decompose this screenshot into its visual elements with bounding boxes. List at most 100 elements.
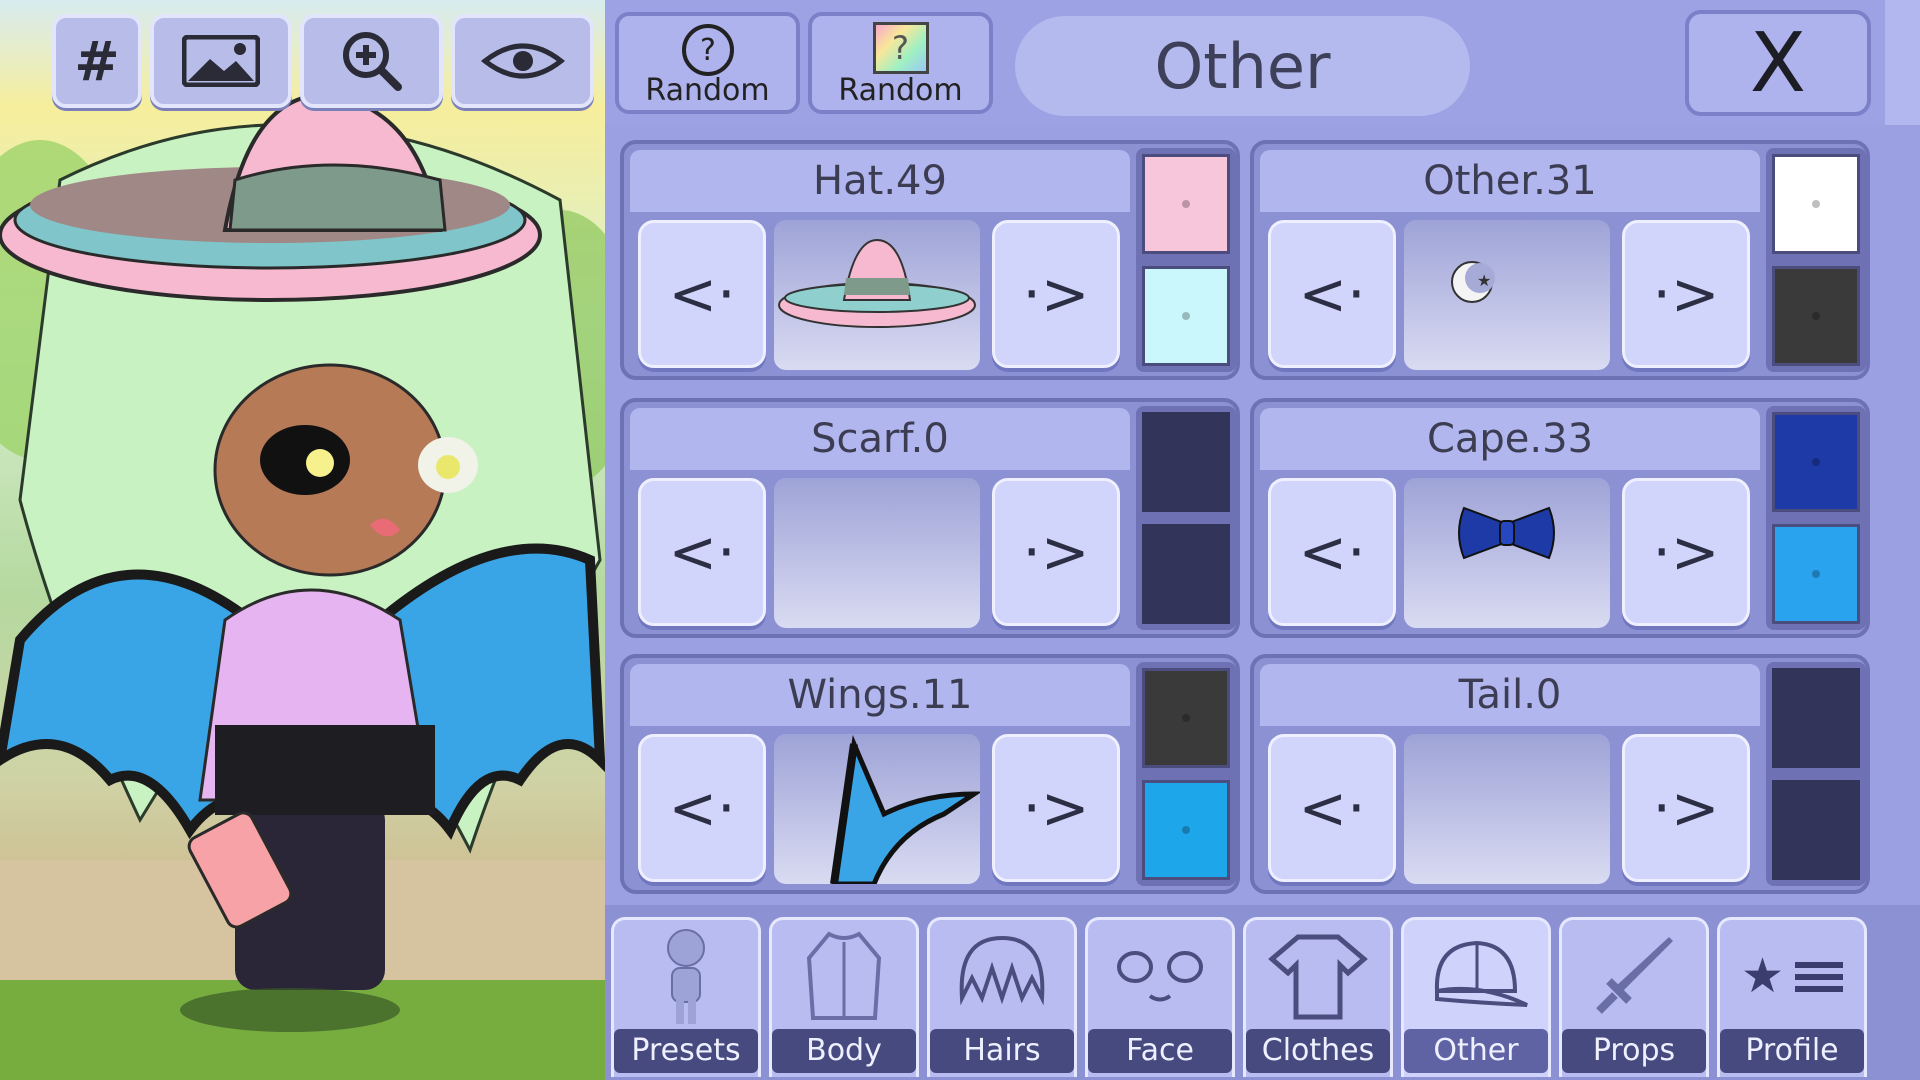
next-button[interactable]: ·> bbox=[1622, 220, 1750, 368]
color-column bbox=[1766, 148, 1866, 372]
background-button[interactable] bbox=[150, 14, 292, 108]
random-color-button[interactable]: ? Random bbox=[808, 12, 993, 114]
primary-color-swatch[interactable] bbox=[1142, 668, 1230, 768]
secondary-color-swatch[interactable] bbox=[1142, 780, 1230, 880]
random-color-button-label: Random bbox=[838, 73, 963, 108]
slot-name: Tail.0 bbox=[1260, 664, 1760, 726]
slot-card-scarf: Scarf.0 <· ·> bbox=[620, 398, 1240, 638]
slot-card-other: Other.31 <· ★ ·> bbox=[1250, 140, 1870, 380]
question-circle-icon: ? bbox=[681, 24, 734, 76]
primary-color-swatch[interactable] bbox=[1142, 154, 1230, 254]
sombrero-icon bbox=[778, 238, 976, 328]
bat-wing-icon bbox=[830, 734, 980, 884]
image-icon bbox=[182, 35, 260, 87]
tab-label: Other bbox=[1404, 1029, 1548, 1073]
hair-icon bbox=[930, 924, 1074, 1028]
tab-label: Face bbox=[1088, 1029, 1232, 1073]
tab-hairs[interactable]: Hairs bbox=[927, 917, 1077, 1077]
zoom-button[interactable] bbox=[300, 14, 443, 108]
customization-panel: ? Random ? Random Other X Hat.49 <· ·> O… bbox=[605, 0, 1920, 1080]
slot-name: Other.31 bbox=[1260, 150, 1760, 212]
next-button[interactable]: ·> bbox=[992, 220, 1120, 368]
next-button[interactable]: ·> bbox=[1622, 478, 1750, 626]
tab-props[interactable]: Props bbox=[1559, 917, 1709, 1077]
item-preview-other: ★ bbox=[1404, 220, 1610, 370]
item-preview-cape bbox=[1404, 478, 1610, 628]
color-column bbox=[1136, 148, 1236, 372]
slot-name: Hat.49 bbox=[630, 150, 1130, 212]
shirt-icon bbox=[1246, 924, 1390, 1028]
primary-color-swatch[interactable] bbox=[1772, 154, 1860, 254]
slot-name: Scarf.0 bbox=[630, 408, 1130, 470]
character-preview: # bbox=[0, 0, 605, 1080]
person-icon bbox=[614, 924, 758, 1028]
slot-name: Cape.33 bbox=[1260, 408, 1760, 470]
next-button[interactable]: ·> bbox=[992, 734, 1120, 882]
item-preview-scarf bbox=[774, 478, 980, 628]
random-button-label: Random bbox=[645, 73, 770, 108]
character-avatar bbox=[0, 92, 605, 1032]
secondary-color-swatch[interactable] bbox=[1142, 524, 1230, 624]
tab-label: Hairs bbox=[930, 1029, 1074, 1073]
bow-tie-icon bbox=[1458, 506, 1555, 560]
tab-label: Presets bbox=[614, 1029, 758, 1073]
tab-body[interactable]: Body bbox=[769, 917, 919, 1077]
eye-icon bbox=[480, 43, 565, 79]
slot-card-cape: Cape.33 <· ·> bbox=[1250, 398, 1870, 638]
tab-label: Props bbox=[1562, 1029, 1706, 1073]
item-preview-hat bbox=[774, 220, 980, 370]
prev-button[interactable]: <· bbox=[638, 478, 766, 626]
primary-color-swatch[interactable] bbox=[1142, 412, 1230, 512]
tab-other[interactable]: Other bbox=[1401, 917, 1551, 1077]
prev-button[interactable]: <· bbox=[1268, 478, 1396, 626]
slot-card-wings: Wings.11 <· ·> bbox=[620, 654, 1240, 894]
next-button[interactable]: ·> bbox=[992, 478, 1120, 626]
close-button[interactable]: X bbox=[1685, 10, 1871, 116]
tab-clothes[interactable]: Clothes bbox=[1243, 917, 1393, 1077]
color-column bbox=[1766, 406, 1866, 630]
slot-name: Wings.11 bbox=[630, 664, 1130, 726]
visibility-button[interactable] bbox=[451, 14, 594, 108]
next-button[interactable]: ·> bbox=[1622, 734, 1750, 882]
secondary-color-swatch[interactable] bbox=[1772, 266, 1860, 366]
prev-button[interactable]: <· bbox=[1268, 220, 1396, 368]
tab-face[interactable]: Face bbox=[1085, 917, 1235, 1077]
primary-color-swatch[interactable] bbox=[1772, 668, 1860, 768]
tab-label: Clothes bbox=[1246, 1029, 1390, 1073]
color-column bbox=[1136, 406, 1236, 630]
rainbow-question-icon: ? bbox=[872, 22, 929, 74]
tab-presets[interactable]: Presets bbox=[611, 917, 761, 1077]
secondary-color-swatch[interactable] bbox=[1142, 266, 1230, 366]
secondary-color-swatch[interactable] bbox=[1772, 780, 1860, 880]
sword-icon bbox=[1562, 924, 1706, 1028]
moon-clip-icon: ★ bbox=[1451, 261, 1495, 303]
item-preview-tail bbox=[1404, 734, 1610, 884]
hash-icon: # bbox=[74, 29, 120, 93]
face-icon bbox=[1088, 924, 1232, 1028]
secondary-color-swatch[interactable] bbox=[1772, 524, 1860, 624]
tab-profile[interactable]: ★ Profile bbox=[1717, 917, 1867, 1077]
zoom-in-icon bbox=[342, 32, 402, 91]
header-edge bbox=[1885, 0, 1920, 125]
slot-card-tail: Tail.0 <· ·> bbox=[1250, 654, 1870, 894]
star-list-icon: ★ bbox=[1720, 924, 1864, 1028]
close-icon: X bbox=[1749, 15, 1807, 111]
category-tab-bar: Presets Body Hairs Face Clothes Other Pr… bbox=[605, 905, 1920, 1080]
body-icon bbox=[772, 924, 916, 1028]
slot-card-hat: Hat.49 <· ·> bbox=[620, 140, 1240, 380]
panel-header: ? Random ? Random Other X bbox=[605, 0, 1920, 125]
primary-color-swatch[interactable] bbox=[1772, 412, 1860, 512]
tab-label: Profile bbox=[1720, 1029, 1864, 1073]
color-column bbox=[1136, 662, 1236, 886]
svg-text:★: ★ bbox=[1741, 948, 1784, 1004]
color-column bbox=[1766, 662, 1866, 886]
svg-text:★: ★ bbox=[1477, 271, 1491, 290]
cap-icon bbox=[1404, 924, 1548, 1028]
svg-text:?: ? bbox=[700, 33, 716, 68]
tab-label: Body bbox=[772, 1029, 916, 1073]
prev-button[interactable]: <· bbox=[638, 734, 766, 882]
prev-button[interactable]: <· bbox=[638, 220, 766, 368]
prev-button[interactable]: <· bbox=[1268, 734, 1396, 882]
random-button[interactable]: ? Random bbox=[615, 12, 800, 114]
grid-toggle-button[interactable]: # bbox=[52, 14, 142, 108]
